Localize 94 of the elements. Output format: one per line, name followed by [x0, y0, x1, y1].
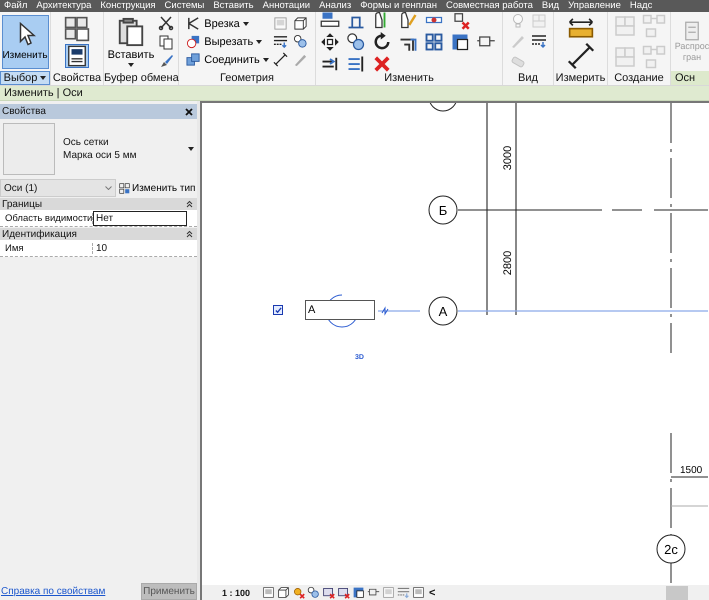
dimension-text: 1500 [680, 465, 702, 476]
chevron-icon [105, 186, 112, 190]
circle-square-icon[interactable] [186, 34, 202, 49]
caret-icon [256, 40, 262, 44]
ribbon-tab[interactable]: Системы [164, 0, 204, 12]
filter-dropdown[interactable]: Оси (1) [0, 179, 116, 197]
ribbon-tab[interactable]: Вставить [213, 0, 254, 12]
overlapping-squares-icon[interactable] [186, 52, 202, 67]
dimension-line [670, 476, 708, 478]
grid-bubble[interactable]: Б [428, 196, 458, 224]
panel-title: Создание [613, 71, 665, 85]
bubble-text-field[interactable]: А [305, 300, 375, 320]
bracket-icon[interactable] [186, 16, 202, 31]
close-icon[interactable] [185, 108, 193, 116]
grid-icon[interactable] [424, 32, 444, 52]
grid-bubble[interactable] [428, 103, 458, 112]
checkbox[interactable] [273, 305, 283, 315]
type-properties-icon[interactable] [64, 16, 90, 42]
panel-title: Свойства [2, 106, 46, 117]
type-name: Ось сетки [63, 136, 110, 149]
break-icon[interactable] [382, 306, 388, 316]
geometry-button[interactable]: Вырезать [186, 34, 269, 49]
scale-label[interactable]: 1 : 100 [202, 588, 258, 598]
scrollbar-thumb[interactable] [666, 586, 688, 600]
panel-title: Свойства [52, 71, 102, 85]
square-icon[interactable] [450, 32, 470, 52]
circles-icon[interactable] [292, 34, 308, 49]
lines-icon[interactable] [530, 33, 546, 50]
caret-icon [262, 58, 269, 62]
context-label: Изменить | Оси [4, 87, 83, 99]
ribbon-tab[interactable]: Формы и генплан [360, 0, 437, 12]
list-arrows-icon[interactable] [346, 54, 366, 74]
ribbon-tab[interactable]: Анализ [319, 0, 352, 12]
dimension-text: 3000 [502, 146, 514, 170]
caret-icon [40, 76, 46, 80]
group-header[interactable]: Идентификация [0, 228, 197, 240]
sun-icon[interactable] [292, 586, 305, 599]
ribbon-tab[interactable]: Аннотации [262, 0, 310, 12]
ribbon-tab[interactable]: Конструкция [100, 0, 156, 12]
group-header[interactable]: Границы [0, 198, 197, 210]
lines-icon[interactable] [272, 34, 288, 49]
grid-bubble[interactable]: А [428, 296, 458, 326]
caret-icon [242, 22, 249, 26]
grid-line[interactable] [377, 310, 708, 312]
cube-icon[interactable] [292, 16, 308, 31]
move-icon[interactable] [320, 32, 340, 52]
modify-button[interactable]: Изменить [2, 14, 48, 68]
property-value[interactable]: 10 [93, 240, 187, 256]
frame-icon[interactable] [412, 586, 425, 599]
scissors-icon[interactable] [158, 14, 174, 30]
paste-button[interactable]: Вставить [108, 16, 154, 66]
geometry-button[interactable]: Врезка [186, 16, 269, 31]
circles-icon[interactable] [346, 32, 366, 52]
dimension-line-icon[interactable] [566, 42, 594, 70]
panel-title: Геометрия [218, 71, 276, 85]
rotate-icon[interactable] [372, 32, 392, 52]
copy-icon[interactable] [158, 34, 174, 50]
properties-toggle[interactable] [65, 44, 89, 68]
property-value[interactable]: Нет [93, 210, 187, 226]
ribbon-tab[interactable]: Архитектура [36, 0, 92, 12]
ribbon-tab[interactable]: Файл [4, 0, 28, 12]
panel-title: Измерить [554, 71, 606, 85]
geometry-button[interactable]: Соединить [186, 52, 269, 67]
help-link[interactable]: Справка по свойствам [0, 586, 106, 596]
type-subname: Марка оси 5 мм [63, 149, 138, 162]
caret-icon [128, 62, 134, 66]
grid-bubble[interactable]: 2с [656, 534, 686, 564]
edit-type-button[interactable]: Изменить тип [119, 182, 196, 194]
collapse-arrow[interactable]: < [429, 586, 436, 598]
page-icon [682, 20, 702, 40]
ribbon-tab[interactable]: Надс [630, 0, 652, 12]
delete-cross-icon[interactable] [372, 54, 392, 74]
dimension-text: 2800 [502, 250, 514, 276]
collapse-icon[interactable] [186, 200, 193, 208]
property-name: Имя [0, 242, 93, 254]
panel-title: Буфер обмена [104, 71, 178, 85]
property-name: Область видимости [0, 212, 93, 224]
caret-icon [188, 147, 194, 151]
collapse-icon[interactable] [186, 230, 193, 238]
dimension-icon[interactable] [272, 52, 288, 67]
panel-title: Вид [517, 71, 539, 85]
panel-title: Осн [671, 71, 709, 85]
copy-shape-icon[interactable] [398, 10, 418, 30]
grid-line[interactable] [670, 103, 672, 585]
align-icon[interactable] [320, 10, 340, 30]
ribbon-tab[interactable]: Вид [542, 0, 560, 12]
type-preview [3, 123, 55, 175]
brush-icon[interactable] [158, 52, 174, 68]
ribbon-tab[interactable]: Совместная работа [446, 0, 533, 12]
panel-title[interactable]: Выбор [0, 71, 50, 85]
panel-title: Изменить [383, 71, 435, 85]
cube-icon[interactable] [277, 586, 290, 599]
type-icon [119, 182, 130, 194]
ribbon-tab[interactable]: Управление [568, 0, 621, 12]
